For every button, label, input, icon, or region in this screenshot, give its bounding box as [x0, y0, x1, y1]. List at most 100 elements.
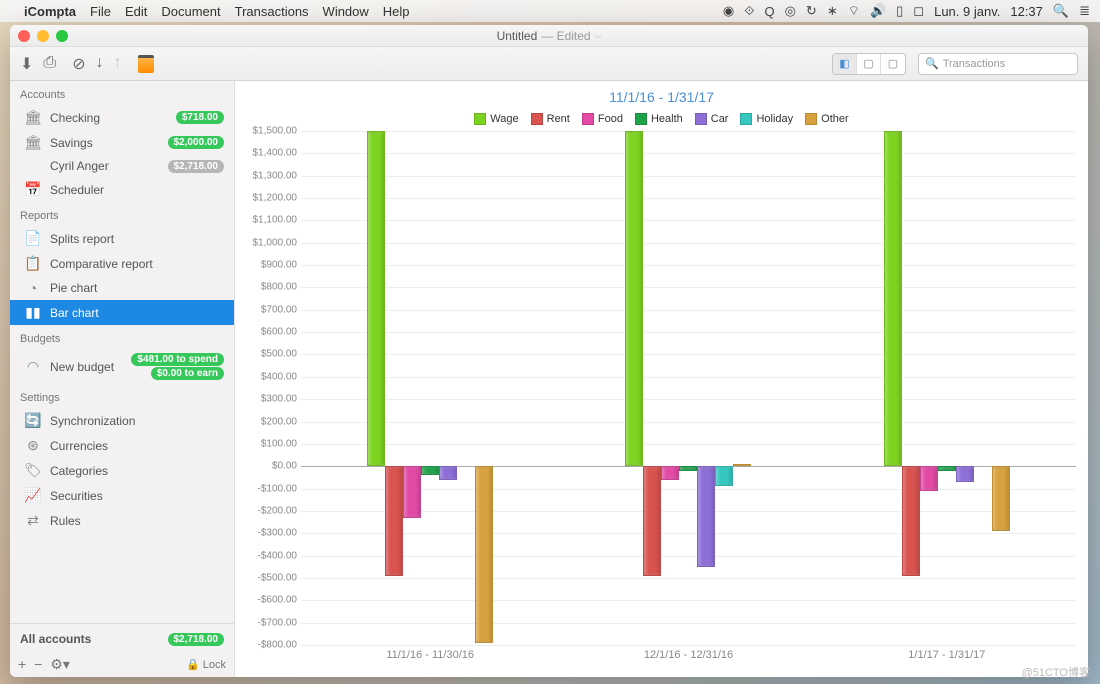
sidebar-item-scheduler[interactable]: 📅 Scheduler [10, 177, 234, 202]
legend-item[interactable]: Other [805, 113, 849, 125]
wifi-icon[interactable]: ⌔ [848, 3, 860, 19]
legend-label: Car [711, 113, 729, 125]
menu-help[interactable]: Help [383, 4, 410, 19]
sidebar-item-checking[interactable]: 🏛 Checking $718.00 [10, 105, 234, 130]
chart-bar[interactable] [367, 131, 385, 466]
gridline [301, 645, 1076, 646]
sidebar-item-label: Securities [50, 489, 224, 503]
chart-bar[interactable] [385, 466, 403, 576]
arrow-down-icon[interactable]: ↓ [96, 54, 104, 74]
ytick-label: $400.00 [261, 371, 297, 382]
view-mode-segmented[interactable]: ◧ ▢ ▢ [832, 53, 906, 75]
window-close-button[interactable] [18, 30, 30, 42]
spotlight-icon[interactable]: 🔍 [1053, 3, 1069, 19]
arrow-up-icon[interactable]: ↑ [114, 54, 122, 74]
window-minimize-button[interactable] [37, 30, 49, 42]
chart-bar[interactable] [475, 466, 493, 643]
pie-chart-icon: ◔ [24, 280, 42, 296]
chart-bar[interactable] [920, 466, 938, 491]
sidebar-item-currencies[interactable]: ⊛ Currencies [10, 433, 234, 458]
title-dropdown-icon[interactable]: ⌵ [595, 30, 602, 41]
chart-bar[interactable] [992, 466, 1010, 531]
search-input[interactable]: 🔍 Transactions [918, 53, 1078, 75]
notes-icon[interactable] [138, 55, 154, 73]
sidebar-item-sync[interactable]: 🔄 Synchronization [10, 408, 234, 433]
sidebar-item-securities[interactable]: 📈 Securities [10, 483, 234, 508]
legend-item[interactable]: Food [582, 113, 623, 125]
window-maximize-button[interactable] [56, 30, 68, 42]
chart-bar[interactable] [938, 466, 956, 470]
info-circle-icon[interactable]: ⊘ [72, 54, 85, 74]
menu-document[interactable]: Document [161, 4, 220, 19]
chart-bar[interactable] [956, 466, 974, 482]
chart-bar[interactable] [902, 466, 920, 576]
window-subtitle: — Edited [541, 29, 590, 43]
dropbox-icon[interactable]: ⟐ [744, 3, 754, 19]
ytick-label: $1,400.00 [253, 148, 298, 159]
chart-bar[interactable] [403, 466, 421, 517]
status-sync-icon[interactable]: ↻ [806, 3, 817, 19]
bluetooth-icon[interactable]: ∗ [827, 3, 838, 19]
sidebar-item-bar-chart[interactable]: ▮▮ Bar chart [10, 300, 234, 325]
print-icon[interactable]: ⎙ [43, 54, 56, 74]
view-sidebar-icon[interactable]: ◧ [833, 54, 857, 74]
ytick-label: -$700.00 [258, 617, 297, 628]
legend-item[interactable]: Rent [531, 113, 570, 125]
add-button[interactable]: + [18, 656, 26, 673]
chart-bar[interactable] [625, 131, 643, 466]
chart-bar[interactable] [733, 464, 751, 466]
legend-item[interactable]: Wage [474, 113, 518, 125]
account-balance-badge: $718.00 [176, 111, 224, 124]
view-right-icon[interactable]: ▢ [881, 54, 905, 74]
menu-window[interactable]: Window [323, 4, 369, 19]
bank-icon: 🏛 [24, 109, 42, 126]
menu-edit[interactable]: Edit [125, 4, 147, 19]
sidebar-item-person[interactable]: Cyril Anger $2,718.00 [10, 155, 234, 177]
chart-bar[interactable] [421, 466, 439, 475]
notification-center-icon[interactable]: ≣ [1079, 3, 1090, 19]
chart-bar[interactable] [679, 466, 697, 470]
status-q-icon[interactable]: Q [764, 4, 774, 19]
sidebar-item-pie-chart[interactable]: ◔ Pie chart [10, 276, 234, 300]
chart-bar[interactable] [643, 466, 661, 576]
chart-bar[interactable] [884, 131, 902, 466]
legend-item[interactable]: Holiday [740, 113, 793, 125]
sidebar-item-rules[interactable]: ⇄ Rules [10, 508, 234, 533]
chart-bar[interactable] [715, 466, 733, 486]
clock-icon[interactable]: ◻ [913, 3, 924, 19]
chart-bar[interactable] [661, 466, 679, 479]
chart-bar[interactable] [439, 466, 457, 479]
battery-icon[interactable]: ▯ [896, 3, 903, 19]
status-circle-icon[interactable]: ◎ [785, 3, 796, 19]
sidebar-item-label: Checking [50, 111, 168, 125]
status-app-icon[interactable]: ◉ [723, 3, 734, 19]
menubar-time[interactable]: 12:37 [1010, 4, 1043, 19]
legend-item[interactable]: Car [695, 113, 729, 125]
ytick-label: -$100.00 [258, 483, 297, 494]
sidebar-item-new-budget[interactable]: ◠ New budget $481.00 to spend $0.00 to e… [10, 349, 234, 384]
remove-button[interactable]: − [34, 656, 42, 673]
view-middle-icon[interactable]: ▢ [857, 54, 881, 74]
settings-gear-icon[interactable]: ⚙︎▾ [50, 656, 70, 673]
xtick-label: 11/1/16 - 11/30/16 [386, 649, 474, 661]
sidebar-item-splits-report[interactable]: 📄 Splits report [10, 226, 234, 251]
menubar-date[interactable]: Lun. 9 janv. [934, 4, 1000, 19]
volume-icon[interactable]: 🔊 [870, 3, 886, 19]
sidebar-item-categories[interactable]: 🏷 Categories [10, 458, 234, 483]
chart-bar[interactable] [697, 466, 715, 567]
all-accounts-label: All accounts [20, 632, 91, 646]
all-accounts-badge: $2,718.00 [168, 633, 225, 646]
menu-file[interactable]: File [90, 4, 111, 19]
legend-item[interactable]: Health [635, 113, 683, 125]
menu-transactions[interactable]: Transactions [235, 4, 309, 19]
import-icon[interactable]: ⬇︎ [20, 54, 33, 74]
chart-plot: -$800.00-$700.00-$600.00-$500.00-$400.00… [239, 131, 1076, 671]
sidebar-item-label: Currencies [50, 439, 224, 453]
sidebar-item-label: Synchronization [50, 414, 224, 428]
ytick-label: $900.00 [261, 260, 297, 271]
app-menu[interactable]: iCompta [24, 4, 76, 19]
sidebar-item-savings[interactable]: 🏛 Savings $2,000.00 [10, 130, 234, 155]
sidebar-head-budgets: Budgets [10, 325, 234, 349]
lock-button[interactable]: 🔒 Lock [186, 658, 226, 671]
sidebar-item-comparative-report[interactable]: 📋 Comparative report [10, 251, 234, 276]
